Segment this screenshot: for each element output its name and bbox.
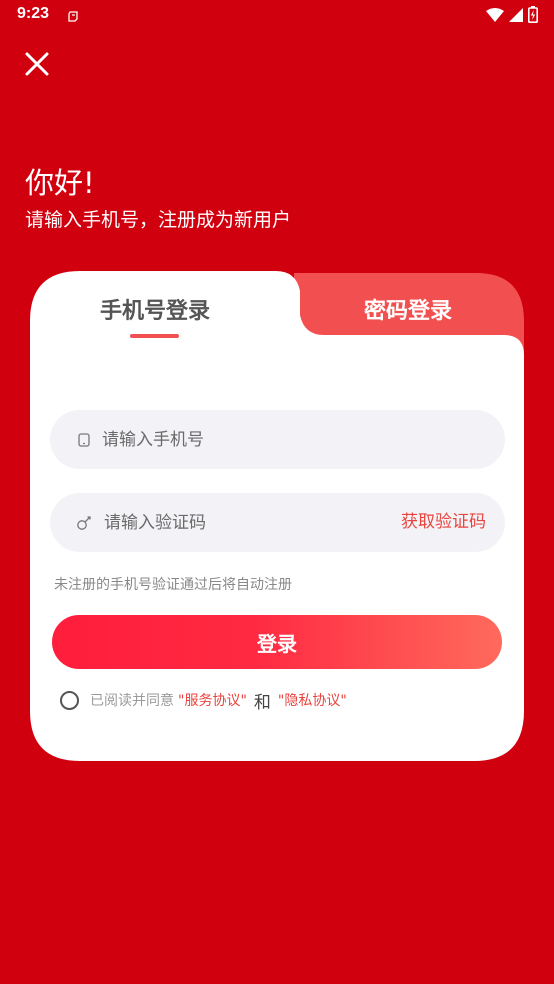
login-button[interactable]: 登录 bbox=[52, 615, 502, 669]
close-button[interactable] bbox=[22, 49, 52, 79]
greeting-subtitle: 请输入手机号，注册成为新用户 bbox=[25, 209, 292, 231]
battery-icon bbox=[528, 6, 538, 27]
tab-password-login[interactable]: 密码登录 bbox=[292, 271, 524, 337]
tab-phone-login[interactable]: 手机号登录 bbox=[30, 271, 280, 337]
agreement-and: 和 bbox=[253, 692, 271, 713]
greeting-title: 你好! bbox=[25, 166, 95, 200]
wifi-icon bbox=[486, 7, 504, 26]
phone-field bbox=[50, 410, 505, 469]
privacy-agreement-link[interactable]: "隐私协议" bbox=[278, 690, 347, 710]
phone-icon bbox=[76, 431, 92, 449]
tab-phone-login-label: 手机号登录 bbox=[99, 299, 210, 324]
agreement-row: 已阅读并同意 "服务协议" 和 "隐私协议" bbox=[60, 689, 347, 713]
agreement-checkbox[interactable] bbox=[60, 690, 79, 710]
status-bar: 9:23 bbox=[0, 0, 554, 32]
login-screen: 9:23 你好! 请输入手机号，注册成为新用户 手机号登录 密码登录 请输入手机… bbox=[0, 0, 554, 984]
auto-register-hint: 未注册的手机号验证通过后将自动注册 bbox=[54, 577, 292, 593]
get-code-button[interactable]: 获取验证码 bbox=[401, 493, 486, 552]
notification-icon bbox=[67, 8, 80, 22]
tab-password-login-label: 密码登录 bbox=[363, 299, 452, 324]
agreement-prefix: 已阅读并同意 bbox=[90, 693, 174, 709]
signal-icon bbox=[509, 7, 523, 26]
status-icons bbox=[486, 6, 538, 27]
verification-code-field: 获取验证码 bbox=[50, 493, 505, 552]
phone-input[interactable] bbox=[102, 410, 482, 469]
close-icon bbox=[25, 52, 49, 76]
key-icon bbox=[76, 514, 92, 532]
service-agreement-link[interactable]: "服务协议" bbox=[178, 690, 247, 710]
verification-code-input[interactable] bbox=[104, 493, 364, 552]
login-card: 手机号登录 密码登录 获取验证码 bbox=[30, 271, 524, 761]
active-tab-indicator bbox=[130, 334, 179, 338]
status-time: 9:23 bbox=[17, 5, 50, 22]
